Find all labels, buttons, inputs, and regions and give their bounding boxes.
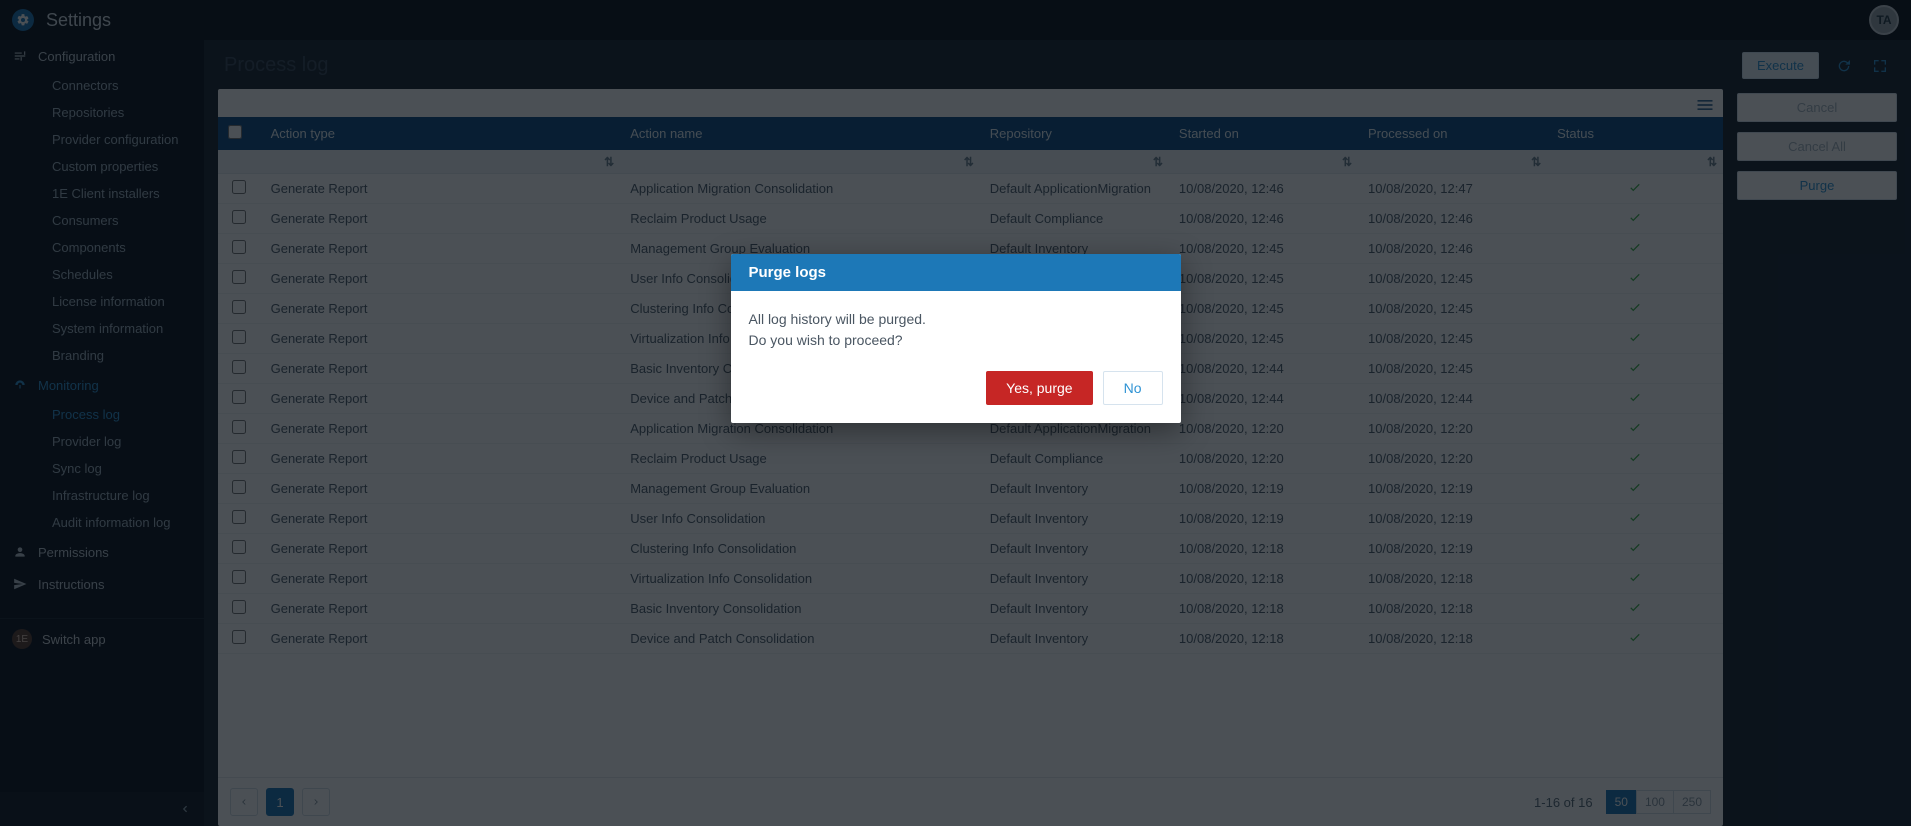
yes-purge-button[interactable]: Yes, purge bbox=[986, 371, 1092, 405]
modal-text-line2: Do you wish to proceed? bbox=[749, 330, 1163, 351]
modal-text-line1: All log history will be purged. bbox=[749, 309, 1163, 330]
no-button[interactable]: No bbox=[1103, 371, 1163, 405]
modal-overlay[interactable]: Purge logs All log history will be purge… bbox=[0, 0, 1911, 826]
purge-logs-modal: Purge logs All log history will be purge… bbox=[731, 254, 1181, 423]
modal-body: All log history will be purged. Do you w… bbox=[731, 291, 1181, 357]
modal-title: Purge logs bbox=[731, 254, 1181, 291]
